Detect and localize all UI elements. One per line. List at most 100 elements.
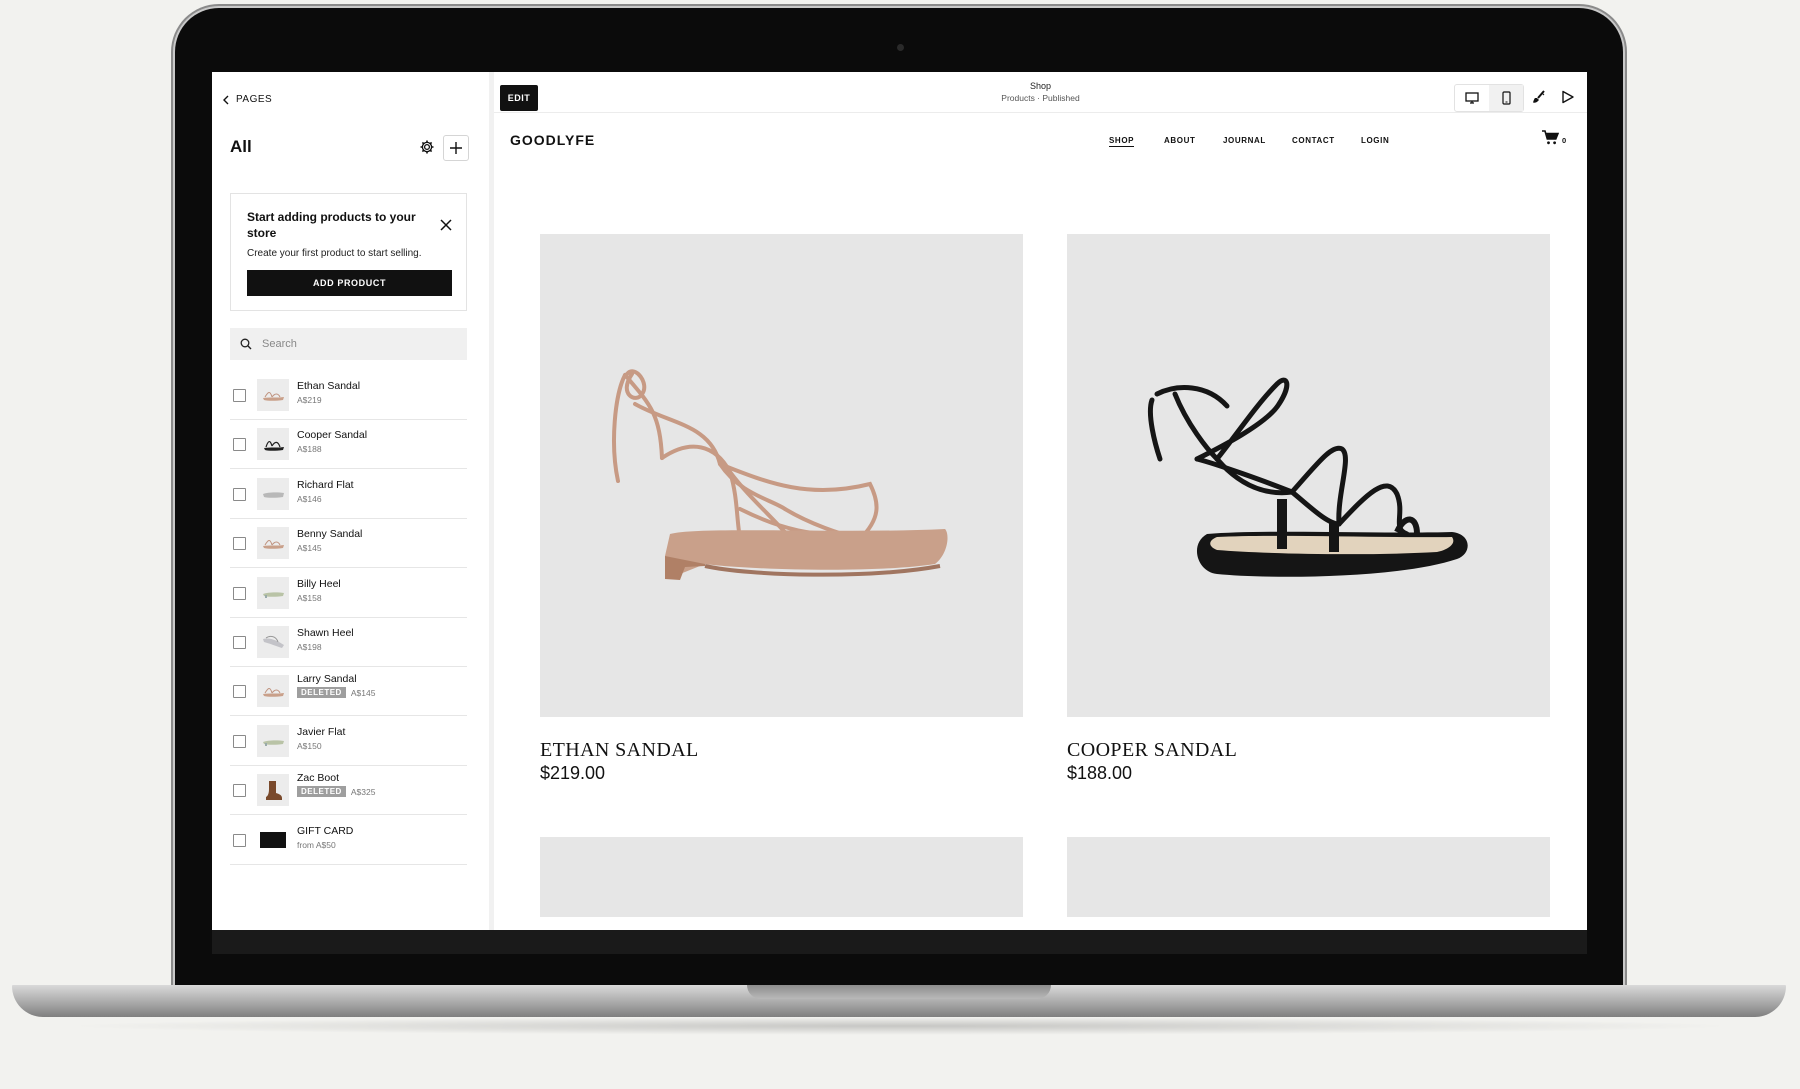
black-sandal-image — [1147, 377, 1468, 577]
product-name: Ethan Sandal — [297, 380, 361, 392]
product-name: Javier Flat — [297, 725, 346, 738]
list-item[interactable]: Benny Sandal A$145 — [230, 520, 467, 569]
list-item[interactable]: Billy Heel A$158 — [230, 570, 467, 618]
list-item[interactable]: GIFT CARD from A$50 — [230, 817, 467, 865]
product-meta: DELETED A$325 — [297, 786, 376, 798]
search-input[interactable] — [260, 337, 454, 351]
product-thumbnail — [257, 724, 289, 757]
list-item[interactable]: Richard Flat A$146 — [230, 471, 467, 519]
product-thumbnail — [257, 428, 289, 461]
back-to-pages-link[interactable]: PAGES — [222, 94, 272, 105]
list-item[interactable]: Javier Flat A$150 — [230, 718, 467, 766]
design-brush-icon[interactable] — [1528, 86, 1550, 108]
nav-link-about[interactable]: ABOUT — [1164, 136, 1195, 145]
list-item[interactable]: Ethan Sandal A$219 — [230, 372, 467, 420]
add-product-button[interactable]: ADD PRODUCT — [247, 270, 452, 296]
product-card-cooper[interactable]: COOPER SANDAL $188.00 — [1067, 234, 1550, 784]
product-checkbox[interactable] — [233, 833, 246, 847]
list-item[interactable]: Shawn Heel A$198 — [230, 619, 467, 667]
product-thumbnail — [257, 576, 289, 609]
product-meta: A$198 — [297, 642, 322, 652]
plus-icon — [450, 142, 462, 154]
product-name[interactable]: COOPER SANDAL — [1067, 739, 1550, 762]
deleted-badge: DELETED — [297, 786, 346, 798]
product-meta: DELETED A$145 — [297, 687, 376, 699]
camera — [897, 44, 904, 51]
product-checkbox[interactable] — [233, 734, 246, 748]
nav-link-journal[interactable]: JOURNAL — [1223, 136, 1266, 145]
product-meta: A$145 — [297, 543, 322, 553]
product-price: A$145 — [350, 687, 376, 698]
product-thumbnail — [257, 625, 289, 658]
product-checkbox[interactable] — [233, 685, 246, 699]
mobile-view-button[interactable] — [1489, 85, 1523, 111]
product-card-ethan[interactable]: ETHAN SANDAL $219.00 — [540, 234, 1023, 784]
product-checkbox[interactable] — [233, 586, 246, 600]
cart-link[interactable]: 0 — [1542, 130, 1566, 145]
product-meta: A$150 — [297, 741, 322, 751]
tan-sandal-image — [612, 369, 948, 580]
pages-sidebar: PAGES All Start adding products to your … — [212, 72, 489, 930]
editor-toolbar: EDIT Shop Products · Published — [494, 72, 1587, 113]
cart-count: 0 — [1562, 136, 1567, 145]
product-name: Cooper Sandal — [297, 429, 368, 442]
product-thumbnail — [257, 675, 289, 708]
product-price: A$198 — [297, 641, 322, 652]
chevron-left-icon — [223, 95, 229, 104]
product-name[interactable]: ETHAN SANDAL — [540, 739, 1023, 762]
deleted-badge: DELETED — [297, 687, 346, 699]
product-meta: A$158 — [297, 593, 322, 603]
product-price: A$325 — [350, 786, 376, 797]
search-field[interactable] — [230, 328, 467, 360]
search-icon — [240, 338, 252, 350]
product-image — [540, 234, 1023, 717]
nav-link-contact[interactable]: CONTACT — [1292, 136, 1335, 145]
product-name: Billy Heel — [297, 577, 341, 590]
gear-icon[interactable] — [417, 137, 437, 157]
product-name: Shawn Heel — [297, 626, 354, 639]
desktop-view-button[interactable] — [1455, 85, 1489, 111]
product-price: $219.00 — [540, 763, 606, 783]
product-thumbnail — [257, 823, 289, 856]
product-card-image-placeholder[interactable] — [1067, 837, 1550, 917]
product-checkbox[interactable] — [233, 438, 246, 452]
product-price: from A$50 — [297, 839, 336, 850]
site-logo[interactable]: GOODLYFE — [510, 132, 595, 148]
promo-title: Start adding products to your store — [247, 210, 416, 240]
list-item[interactable]: Zac Boot DELETED A$325 — [230, 767, 467, 816]
product-name: Zac Boot — [297, 772, 340, 785]
product-checkbox[interactable] — [233, 635, 246, 649]
device-toggle — [1454, 84, 1524, 112]
cart-icon — [1542, 130, 1559, 145]
product-meta: A$146 — [297, 494, 322, 504]
promo-description: Create your first product to start selli… — [247, 248, 422, 259]
product-price: A$145 — [297, 543, 322, 554]
site-preview: EDIT Shop Products · Published GOODLYFE … — [494, 72, 1587, 930]
close-icon[interactable] — [439, 218, 453, 232]
product-name: Benny Sandal — [297, 528, 363, 541]
product-card-image-placeholder[interactable] — [540, 837, 1023, 917]
page-status: Products · Published — [1001, 93, 1080, 103]
add-page-button[interactable] — [443, 135, 469, 161]
laptop-shadow — [60, 1017, 1740, 1035]
preview-play-icon[interactable] — [1557, 86, 1579, 108]
list-item[interactable]: Cooper Sandal A$188 — [230, 421, 467, 470]
nav-link-login[interactable]: LOGIN — [1361, 136, 1389, 145]
product-price: A$219 — [297, 395, 322, 405]
list-item[interactable]: Larry Sandal DELETED A$145 — [230, 668, 467, 717]
product-checkbox[interactable] — [233, 784, 246, 798]
product-meta: A$219 — [297, 395, 322, 405]
nav-link-shop[interactable]: SHOP — [1109, 136, 1135, 147]
product-checkbox[interactable] — [233, 389, 246, 402]
product-thumbnail — [257, 774, 289, 807]
product-price: A$158 — [297, 592, 322, 603]
product-name: Richard Flat — [297, 478, 354, 491]
product-price: A$188 — [297, 444, 322, 455]
mobile-icon — [1501, 91, 1511, 105]
product-name: Larry Sandal — [297, 673, 357, 686]
add-product-promo: Start adding products to your store Crea… — [230, 193, 467, 311]
product-checkbox[interactable] — [233, 487, 246, 501]
product-checkbox[interactable] — [233, 537, 246, 551]
back-label: PAGES — [236, 94, 273, 105]
product-thumbnail — [257, 527, 289, 560]
